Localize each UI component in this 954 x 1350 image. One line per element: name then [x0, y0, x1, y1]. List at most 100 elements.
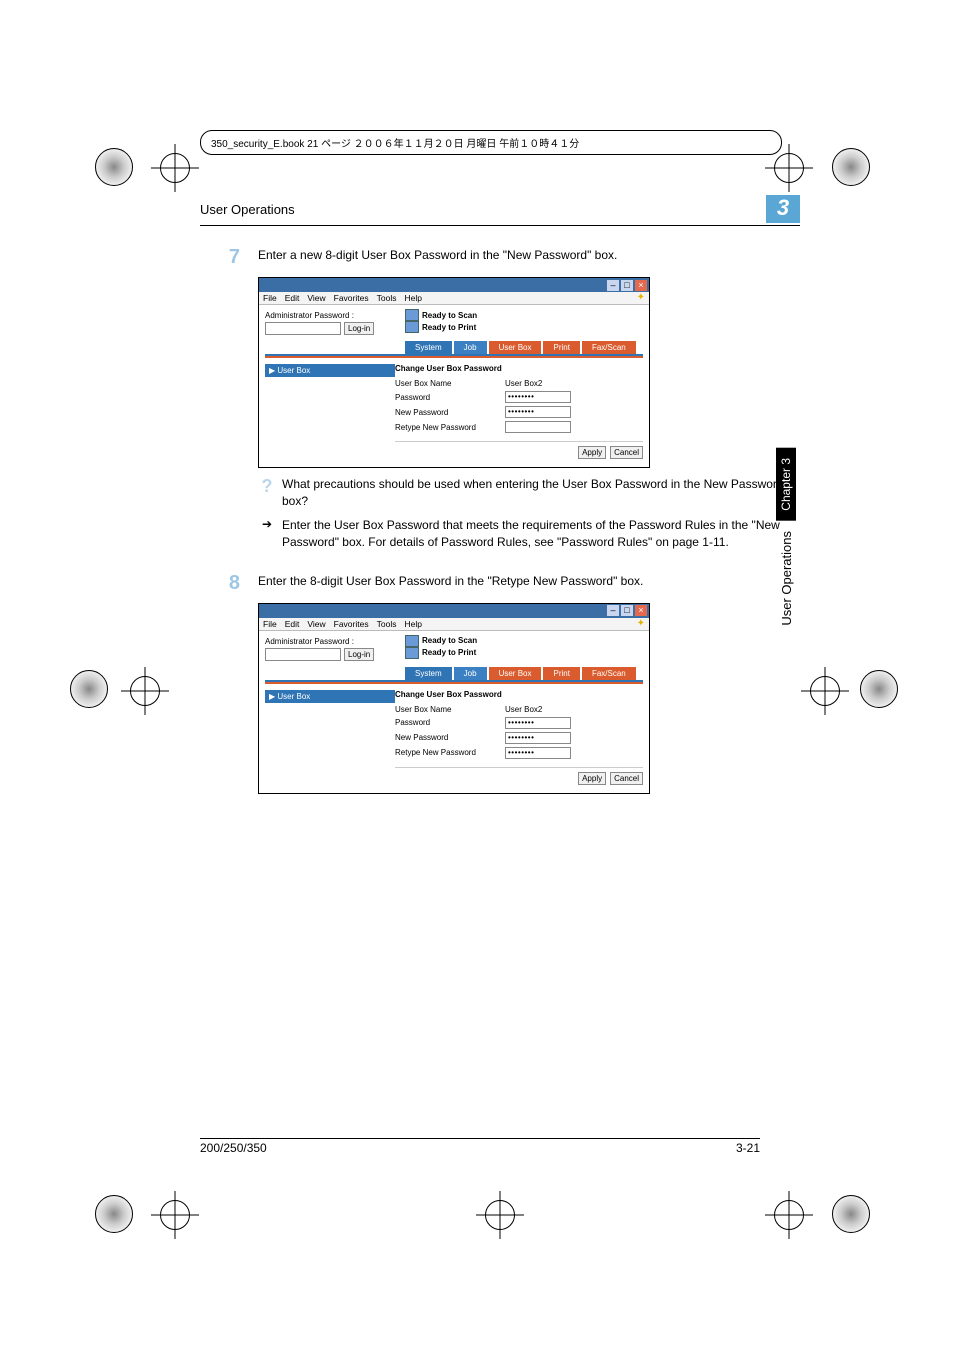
page-content: 350_security_E.book 21 ページ ２００６年１１月２０日 月… — [200, 130, 800, 802]
window-body: Administrator Password : Log-in Ready to… — [259, 305, 649, 467]
step-number: 7 — [200, 246, 240, 269]
pane-title: Change User Box Password — [395, 690, 643, 699]
login-button[interactable]: Log-in — [344, 648, 374, 661]
apply-button[interactable]: Apply — [578, 772, 606, 785]
close-icon[interactable]: × — [635, 280, 647, 291]
admin-password-label: Administrator Password : — [265, 311, 405, 320]
sidebar-item-userbox[interactable]: ▶ User Box — [265, 690, 395, 703]
userbox-name-label: User Box Name — [395, 379, 505, 388]
userbox-name-label: User Box Name — [395, 705, 505, 714]
step-8: 8 Enter the 8-digit User Box Password in… — [200, 572, 800, 595]
retype-password-input[interactable]: •••••••• — [505, 747, 571, 759]
thumb-chapter: Chapter 3 — [776, 448, 796, 521]
tab-faxscan[interactable]: Fax/Scan — [582, 341, 636, 354]
tab-print[interactable]: Print — [543, 667, 579, 680]
reg-mark — [160, 1200, 190, 1230]
scanner-icon — [405, 309, 419, 321]
admin-password-input[interactable] — [265, 648, 341, 661]
password-input[interactable]: •••••••• — [505, 391, 571, 403]
menu-tools[interactable]: Tools — [377, 293, 397, 303]
sidebar-item-userbox[interactable]: ▶ User Box — [265, 364, 395, 377]
minimize-icon[interactable]: – — [607, 280, 619, 291]
retype-password-label: Retype New Password — [395, 423, 505, 432]
reg-mark — [160, 153, 190, 183]
reg-mark — [95, 148, 133, 186]
thumb-section: User Operations — [779, 531, 794, 626]
maximize-icon[interactable]: □ — [621, 605, 633, 616]
menu-tools[interactable]: Tools — [377, 619, 397, 629]
menu-view[interactable]: View — [307, 619, 325, 629]
menu-favorites[interactable]: Favorites — [334, 293, 369, 303]
menu-file[interactable]: File — [263, 293, 277, 303]
tab-job[interactable]: Job — [454, 341, 487, 354]
menu-file[interactable]: File — [263, 619, 277, 629]
admin-password-label: Administrator Password : — [265, 637, 405, 646]
tab-userbox[interactable]: User Box — [489, 667, 542, 680]
section-title: User Operations — [200, 202, 295, 217]
printer-icon — [405, 647, 419, 659]
login-button[interactable]: Log-in — [344, 322, 374, 335]
question-icon: ? — [258, 476, 276, 497]
window-titlebar: – □ × — [259, 604, 649, 618]
window-titlebar: – □ × — [259, 278, 649, 292]
maximize-icon[interactable]: □ — [621, 280, 633, 291]
status-print: Ready to Print — [422, 648, 476, 657]
arrow-icon: ➔ — [258, 517, 276, 531]
menu-help[interactable]: Help — [404, 293, 421, 303]
window-body: Administrator Password : Log-in Ready to… — [259, 631, 649, 793]
reg-mark — [832, 148, 870, 186]
reg-mark — [95, 1195, 133, 1233]
reg-mark — [485, 1200, 515, 1230]
password-label: Password — [395, 718, 505, 727]
cancel-button[interactable]: Cancel — [610, 446, 643, 459]
reg-mark — [810, 676, 840, 706]
answer-text: Enter the User Box Password that meets t… — [282, 517, 800, 552]
thumb-tab: Chapter 3 User Operations — [776, 448, 796, 625]
question-row: ? What precautions should be used when e… — [258, 476, 800, 511]
reg-mark — [70, 670, 108, 708]
status-scan: Ready to Scan — [422, 636, 477, 645]
cancel-button[interactable]: Cancel — [610, 772, 643, 785]
userbox-name-value: User Box2 — [505, 379, 542, 388]
status-print: Ready to Print — [422, 323, 476, 332]
retype-password-label: Retype New Password — [395, 748, 505, 757]
minimize-icon[interactable]: – — [607, 605, 619, 616]
menu-edit[interactable]: Edit — [285, 293, 300, 303]
reg-mark — [860, 670, 898, 708]
new-password-input[interactable]: •••••••• — [505, 732, 571, 744]
scanner-icon — [405, 635, 419, 647]
password-label: Password — [395, 393, 505, 402]
status-scan: Ready to Scan — [422, 311, 477, 320]
menu-view[interactable]: View — [307, 293, 325, 303]
question-text: What precautions should be used when ent… — [282, 476, 800, 511]
step-number: 8 — [200, 572, 240, 595]
menu-favorites[interactable]: Favorites — [334, 619, 369, 629]
footer-left: 200/250/350 — [200, 1141, 267, 1155]
password-input[interactable]: •••••••• — [505, 717, 571, 729]
screenshot-2: – □ × File Edit View Favorites Tools Hel… — [258, 603, 650, 794]
tab-print[interactable]: Print — [543, 341, 579, 354]
tab-system[interactable]: System — [405, 341, 452, 354]
retype-password-input[interactable] — [505, 421, 571, 433]
new-password-label: New Password — [395, 408, 505, 417]
reg-mark — [774, 1200, 804, 1230]
tab-system[interactable]: System — [405, 667, 452, 680]
apply-button[interactable]: Apply — [578, 446, 606, 459]
menu-help[interactable]: Help — [404, 619, 421, 629]
admin-password-input[interactable] — [265, 322, 341, 335]
menu-edit[interactable]: Edit — [285, 619, 300, 629]
tab-job[interactable]: Job — [454, 667, 487, 680]
reg-mark — [130, 676, 160, 706]
footer-right: 3-21 — [736, 1141, 760, 1155]
screenshot-1: – □ × File Edit View Favorites Tools Hel… — [258, 277, 650, 468]
ie-logo-icon: ✦ — [637, 292, 645, 303]
ie-logo-icon: ✦ — [637, 618, 645, 629]
reg-mark — [832, 1195, 870, 1233]
userbox-name-value: User Box2 — [505, 705, 542, 714]
new-password-input[interactable]: •••••••• — [505, 406, 571, 418]
tab-faxscan[interactable]: Fax/Scan — [582, 667, 636, 680]
page-header: User Operations 3 — [200, 195, 800, 226]
close-icon[interactable]: × — [635, 605, 647, 616]
page-footer: 200/250/350 3-21 — [200, 1138, 760, 1155]
tab-userbox[interactable]: User Box — [489, 341, 542, 354]
